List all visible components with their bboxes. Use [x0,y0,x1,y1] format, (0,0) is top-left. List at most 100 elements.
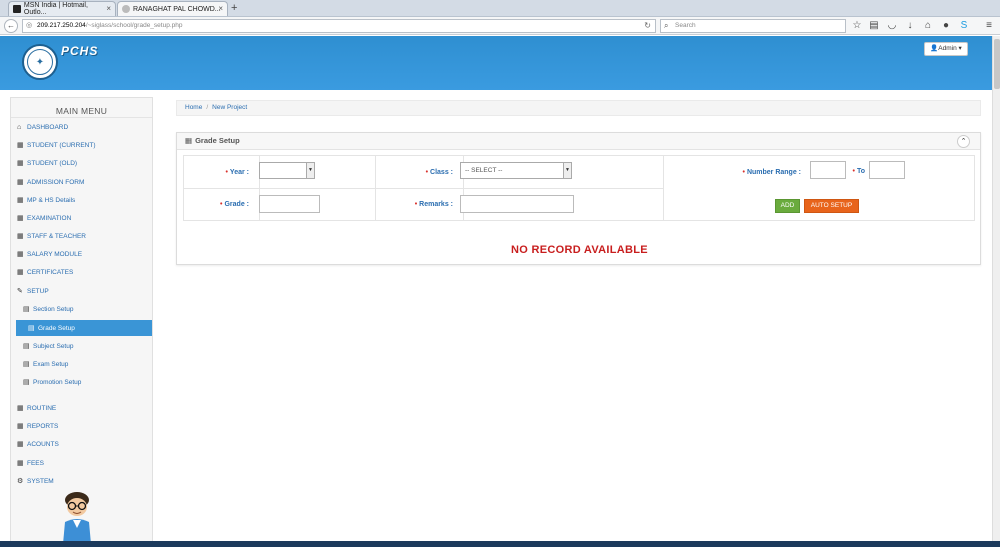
year-label-text: Year : [229,169,249,176]
sidebar-item-acounts[interactable]: ▦ ACOUNTS [11,436,152,452]
list-icon: ▤ [23,306,30,313]
scrollbar-thumb[interactable] [994,39,1000,89]
grade-label-text: Grade : [224,201,249,208]
grid-icon: ▦ [17,142,24,149]
admin-label: Admin [938,45,957,52]
remarks-label: • Remarks : [399,201,453,208]
sidebar-item-label: Promotion Setup [33,378,82,386]
sidebar-item-label: FEES [27,459,44,467]
sidebar-item-label: ADMISSION FORM [27,178,85,186]
main-menu-title: MAIN MENU [11,98,152,118]
range-to-input[interactable] [869,161,905,179]
emblem-icon: ✦ [27,49,53,75]
auto-setup-button[interactable]: AUTO SETUP [804,199,859,213]
sidebar-item-section-setup[interactable]: ▤ Section Setup [11,301,152,317]
remarks-label-text: Remarks : [419,201,453,208]
grade-label: • Grade : [207,201,249,208]
range-from-input[interactable] [810,161,846,179]
sidebar-item-fees[interactable]: ▦ FEES [11,455,152,471]
close-icon[interactable]: × [106,4,111,13]
required-asterisk: • [852,168,855,175]
grid-icon: ▦ [17,423,24,430]
url-bar[interactable]: ◎ 209.217.250.204/~siglass/school/grade_… [22,19,656,33]
bookmark-star-icon[interactable]: ☆ [851,20,863,32]
class-label: • Class : [413,169,453,176]
list-icon: ▤ [23,361,30,368]
admin-menu-button[interactable]: 👤Admin ▾ [924,42,968,56]
add-button[interactable]: ADD [775,199,800,213]
remarks-input[interactable] [460,195,574,213]
app-header: ✦ PCHS 👤Admin ▾ [0,36,992,90]
browser-nav-bar: ← ◎ 209.217.250.204/~siglass/school/grad… [0,17,1000,35]
os-taskbar [0,541,1000,547]
tab-msn[interactable]: MSN India | Hotmail, Outlo... × [8,1,116,16]
sidebar-item-dashboard[interactable]: ⌂ DASHBOARD [11,119,152,135]
grid-icon: ▦ [17,269,24,276]
sidebar-item-admission-form[interactable]: ▦ ADMISSION FORM [11,174,152,190]
sidebar-item-label: Grade Setup [38,324,75,332]
sidebar-item-grade-setup[interactable]: ▤ Grade Setup [16,320,152,336]
pocket-icon[interactable]: ◡ [886,20,898,32]
number-range-label: • Number Range : [705,169,801,176]
tab-title: MSN India | Hotmail, Outlo... [23,2,88,16]
grid-icon: ▦ [17,197,24,204]
list-icon: ▤ [23,343,30,350]
reading-list-icon[interactable]: ▤ [868,20,880,32]
sidebar-item-setup[interactable]: ✎ SETUP [11,283,152,299]
wrench-icon: ✎ [17,288,23,295]
sidebar-item-reports[interactable]: ▦ REPORTS [11,418,152,434]
sidebar-item-examination[interactable]: ▦ EXAMINATION [11,210,152,226]
grade-setup-panel: ▦ Grade Setup ⌃ • Year : ▼ • Class : -- SEL… [176,132,981,265]
sidebar-item-label: SYSTEM [27,477,54,485]
sidebar-item-label: STUDENT (CURRENT) [27,141,96,149]
to-label: • To [847,168,866,175]
brand-name: PCHS [61,44,99,58]
sidebar-item-subject-setup[interactable]: ▤ Subject Setup [11,338,152,354]
sidebar-item-exam-setup[interactable]: ▤ Exam Setup [11,356,152,372]
menu-icon[interactable]: ≡ [983,20,995,32]
sidebar-item-label: STAFF & TEACHER [27,232,86,240]
back-arrow-icon[interactable]: ← [4,19,18,33]
sidebar-item-student-current[interactable]: ▦ STUDENT (CURRENT) [11,137,152,153]
grid-icon: ▦ [185,136,193,145]
sidebar-item-certificates[interactable]: ▦ CERTIFICATES [11,264,152,280]
class-select[interactable]: -- SELECT -- ▼ [460,162,572,179]
sidebar-item-label: ROUTINE [27,404,57,412]
breadcrumb: Home / New Project [176,100,981,116]
url-path: /~siglass/school/grade_setup.php [85,22,183,29]
grade-input[interactable] [259,195,320,213]
year-select[interactable]: ▼ [259,162,315,179]
sidebar-item-staff-teacher[interactable]: ▦ STAFF & TEACHER [11,228,152,244]
sidebar-item-label: MP & HS Details [27,196,76,204]
vertical-scrollbar[interactable] [992,36,1000,541]
sidebar-item-label: Exam Setup [33,360,69,368]
tab-ranaghat[interactable]: RANAGHAT PAL CHOWD... × [117,1,228,16]
sidebar-item-system[interactable]: ⚙ SYSTEM [11,473,152,489]
sidebar-item-routine[interactable]: ▦ ROUTINE [11,400,152,416]
breadcrumb-current[interactable]: New Project [212,104,247,111]
search-input[interactable]: ⌕ Search [660,19,846,33]
skype-icon[interactable]: S [958,20,970,32]
sidebar-item-mp-hs-details[interactable]: ▦ MP & HS Details [11,192,152,208]
chat-icon[interactable]: ● [940,20,952,32]
mascot-character-image [63,492,91,542]
school-logo[interactable]: ✦ [22,44,58,80]
download-icon[interactable]: ↓ [904,20,916,32]
globe-favicon-icon [122,5,130,13]
panel-title: Grade Setup [195,136,240,145]
breadcrumb-home-link[interactable]: Home [185,104,202,111]
grid-icon: ▦ [17,441,24,448]
sidebar-item-promotion-setup[interactable]: ▤ Promotion Setup [11,374,152,390]
sidebar-item-student-old[interactable]: ▦ STUDENT (OLD) [11,155,152,171]
home-icon[interactable]: ⌂ [922,20,934,32]
sidebar-item-label: CERTIFICATES [27,268,74,276]
grid-icon: ▦ [17,233,24,240]
close-icon[interactable]: × [218,4,223,13]
dropdown-arrow-icon: ▼ [306,163,314,178]
sidebar-item-salary-module[interactable]: ▦ SALARY MODULE [11,246,152,262]
reload-icon[interactable]: ↻ [644,20,651,32]
sidebar: MAIN MENU ⌂ DASHBOARD ▦ STUDENT (CURRENT) … [10,97,153,543]
browser-tab-bar: MSN India | Hotmail, Outlo... × RANAGHAT… [0,0,1000,17]
new-tab-icon[interactable]: + [231,2,237,14]
collapse-chevron-up-icon[interactable]: ⌃ [957,135,970,148]
